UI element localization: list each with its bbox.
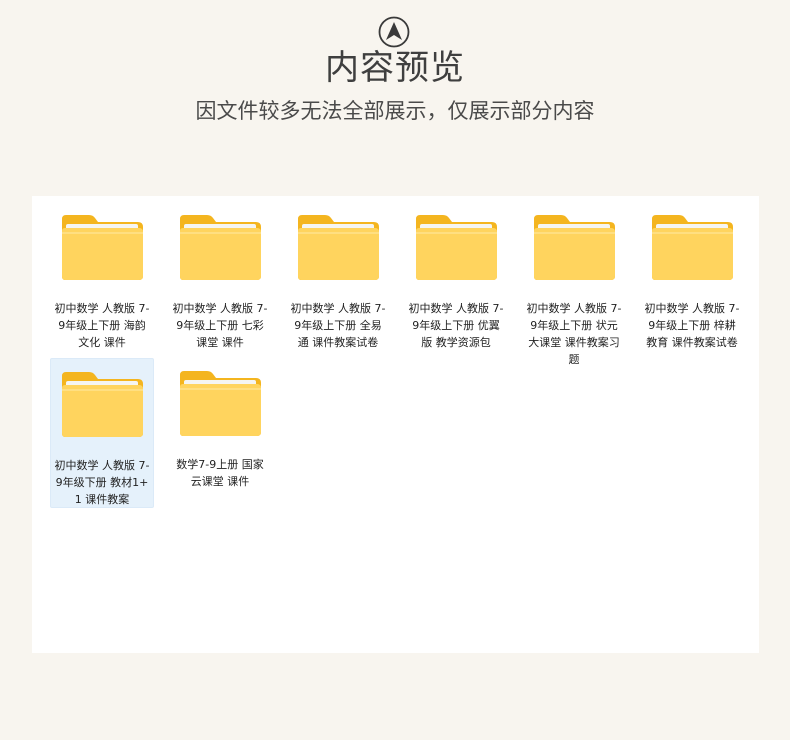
folder-label: 初中数学 人教版 7-9年级上下册 梓耕教育 课件教案试卷 [644,302,740,349]
folder-label: 初中数学 人教版 7-9年级上下册 优翼版 教学资源包 [408,302,504,349]
folder-icon [416,215,497,280]
folder-item[interactable]: 数学7-9上册 国家云课堂 课件 [168,358,272,508]
folder-item-selected[interactable]: 初中数学 人教版 7-9年级下册 教材1+1 课件教案 [50,358,154,508]
folder-preview-panel: 初中数学 人教版 7-9年级上下册 海韵文化 课件 初中数学 人教版 7-9年级… [32,196,759,653]
folder-label: 初中数学 人教版 7-9年级上下册 全易通 课件教案试卷 [290,302,386,349]
folder-label: 初中数学 人教版 7-9年级上下册 七彩课堂 课件 [172,302,268,349]
folder-item[interactable]: 初中数学 人教版 7-9年级上下册 状元大课堂 课件教案习题 [522,202,626,366]
folder-icon [62,215,143,280]
page-subtitle: 因文件较多无法全部展示，仅展示部分内容 [195,99,595,123]
folder-icon [180,215,261,280]
folder-grid: 初中数学 人教版 7-9年级上下册 海韵文化 课件 初中数学 人教版 7-9年级… [50,202,758,508]
folder-icon [652,215,733,280]
folder-icon [534,215,615,280]
navigation-arrow-icon [378,16,410,48]
folder-label: 初中数学 人教版 7-9年级上下册 状元大课堂 课件教案习题 [526,302,622,366]
folder-item[interactable]: 初中数学 人教版 7-9年级上下册 七彩课堂 课件 [168,202,272,352]
folder-item[interactable]: 初中数学 人教版 7-9年级上下册 海韵文化 课件 [50,202,154,352]
folder-icon [62,372,143,437]
folder-item[interactable]: 初中数学 人教版 7-9年级上下册 梓耕教育 课件教案试卷 [640,202,744,352]
folder-label: 初中数学 人教版 7-9年级上下册 海韵文化 课件 [54,302,150,349]
folder-icon [298,215,379,280]
page-title: 内容预览 [325,48,465,88]
folder-label: 数学7-9上册 国家云课堂 课件 [176,458,264,488]
folder-item[interactable]: 初中数学 人教版 7-9年级上下册 全易通 课件教案试卷 [286,202,390,352]
folder-label: 初中数学 人教版 7-9年级下册 教材1+1 课件教案 [54,459,150,506]
folder-icon [180,371,261,436]
folder-item[interactable]: 初中数学 人教版 7-9年级上下册 优翼版 教学资源包 [404,202,508,352]
